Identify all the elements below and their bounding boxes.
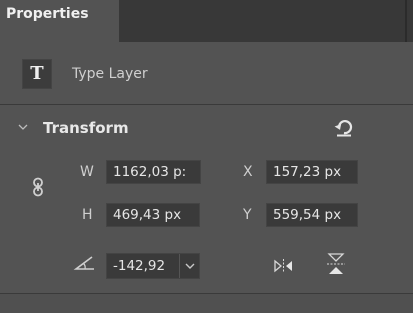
- width-label: W: [80, 164, 94, 180]
- next-section-header: [0, 294, 413, 313]
- height-label: H: [82, 207, 93, 223]
- x-label: X: [243, 164, 253, 180]
- y-input[interactable]: 559,54 px: [266, 203, 358, 227]
- layer-type-label: Type Layer: [72, 66, 148, 82]
- link-proportions-icon[interactable]: [32, 177, 46, 197]
- height-input[interactable]: 469,43 px: [106, 203, 200, 227]
- layer-type-row: T Type Layer: [0, 51, 413, 97]
- angle-icon: [73, 256, 94, 270]
- flip-vertical-icon[interactable]: [324, 251, 348, 277]
- type-layer-icon: T: [22, 59, 52, 89]
- width-input[interactable]: 1162,03 p:: [106, 160, 201, 184]
- angle-dropdown-button[interactable]: [179, 254, 199, 278]
- angle-value[interactable]: -142,92: [113, 254, 165, 278]
- tab-properties[interactable]: Properties: [0, 0, 119, 42]
- chevron-down-icon[interactable]: [17, 121, 29, 133]
- tab-divider: [405, 0, 407, 42]
- section-divider: [0, 104, 413, 105]
- panel-tab-bar: Properties: [0, 0, 413, 42]
- x-input[interactable]: 157,23 px: [266, 160, 358, 184]
- flip-horizontal-icon[interactable]: [271, 256, 295, 276]
- chevron-down-icon: [185, 263, 195, 269]
- reset-icon[interactable]: [333, 116, 355, 138]
- y-label: Y: [243, 207, 252, 223]
- section-title-transform[interactable]: Transform: [43, 119, 129, 137]
- angle-input[interactable]: -142,92: [106, 253, 200, 279]
- properties-panel: Properties T Type Layer Transform W 1162…: [0, 0, 413, 313]
